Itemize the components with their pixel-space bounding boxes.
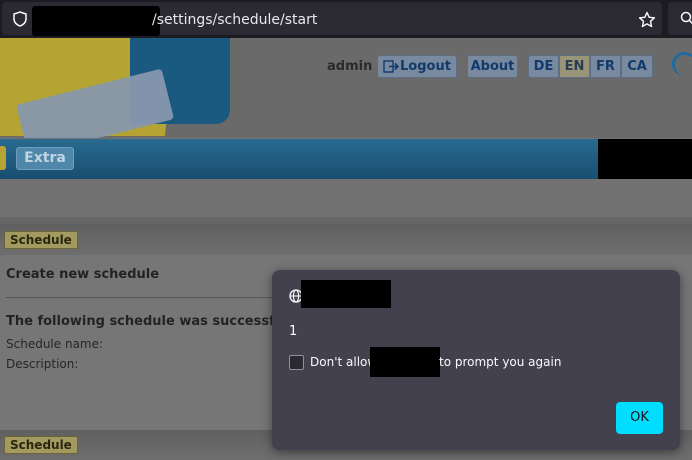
page-header: admin Logout About DE EN FR CA bbox=[0, 38, 692, 138]
nav-tab-extra[interactable]: Extra bbox=[16, 147, 74, 170]
search-field[interactable] bbox=[668, 2, 692, 35]
search-icon bbox=[680, 11, 692, 25]
schedule-name-label: Schedule name: bbox=[6, 337, 104, 351]
description-label: Description: bbox=[6, 357, 79, 371]
redacted-host bbox=[32, 6, 160, 36]
divider bbox=[0, 217, 692, 225]
dont-allow-checkbox[interactable] bbox=[289, 355, 304, 370]
lang-de-button[interactable]: DE bbox=[528, 55, 559, 78]
url-field[interactable]: /settings/schedule/start bbox=[2, 2, 662, 36]
brand-swoosh-icon bbox=[672, 52, 692, 76]
section-tag-schedule: Schedule bbox=[4, 436, 78, 454]
page-title: Create new schedule bbox=[6, 267, 160, 282]
about-button[interactable]: About bbox=[467, 55, 518, 78]
redacted-area bbox=[598, 139, 692, 181]
ok-button[interactable]: OK bbox=[616, 402, 663, 434]
checkbox-label-suffix[interactable]: to prompt you again bbox=[439, 355, 561, 369]
lang-ca-button[interactable]: CA bbox=[621, 55, 653, 78]
alert-dialog: 1 Don't allow to prompt you again OK bbox=[272, 270, 680, 450]
browser-toolbar: /settings/schedule/start bbox=[0, 0, 692, 38]
nav-tab-partial[interactable] bbox=[0, 146, 6, 170]
logout-label: Logout bbox=[400, 59, 451, 74]
section-bar-top: Schedule bbox=[0, 225, 692, 255]
checkbox-label[interactable]: Don't allow bbox=[310, 355, 377, 369]
logout-icon bbox=[383, 60, 399, 73]
redacted-origin bbox=[301, 280, 391, 308]
lang-fr-button[interactable]: FR bbox=[590, 55, 621, 78]
main-nav: Extra bbox=[0, 139, 692, 181]
url-text[interactable]: /settings/schedule/start bbox=[152, 12, 317, 28]
shield-icon[interactable] bbox=[12, 11, 28, 27]
logout-button[interactable]: Logout bbox=[377, 55, 457, 78]
success-message: The following schedule was successfully … bbox=[6, 314, 276, 329]
redacted-origin bbox=[370, 347, 440, 377]
lang-en-button[interactable]: EN bbox=[559, 55, 590, 78]
username-label: admin bbox=[327, 59, 373, 74]
dialog-message: 1 bbox=[289, 324, 298, 339]
sub-nav-area bbox=[0, 179, 692, 217]
star-icon[interactable] bbox=[638, 11, 656, 29]
section-tag-schedule: Schedule bbox=[4, 231, 78, 249]
